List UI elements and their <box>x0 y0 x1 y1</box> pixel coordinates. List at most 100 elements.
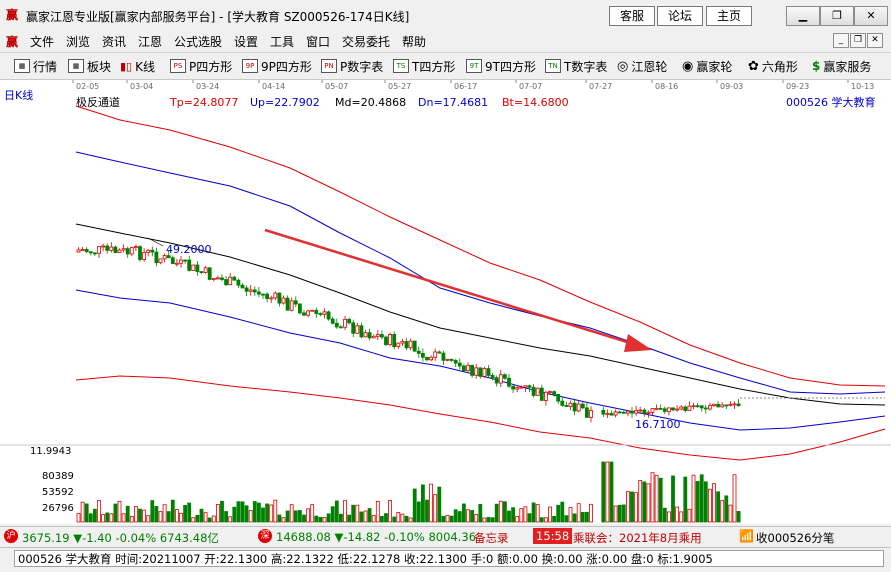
menu-file[interactable]: 文件 <box>30 33 54 50</box>
candle-body <box>617 411 622 414</box>
menu-tools[interactable]: 工具 <box>270 33 294 50</box>
menu-gann[interactable]: 江恩 <box>138 33 162 50</box>
tool-p-table[interactable]: PN P数字表 <box>321 58 383 74</box>
volume-bar <box>105 512 110 523</box>
candle-body <box>289 300 294 311</box>
menu-news[interactable]: 资讯 <box>102 33 126 50</box>
candle-body <box>511 385 516 390</box>
app-logo-icon: 赢 <box>6 8 19 22</box>
candle-body <box>724 404 729 407</box>
menu-settings[interactable]: 设置 <box>234 33 258 50</box>
volume-bar <box>326 513 331 523</box>
candle-body <box>318 313 323 315</box>
candle-body <box>720 404 725 408</box>
tool-gann-wheel[interactable]: ◎ 江恩轮 <box>617 58 667 74</box>
volume-bar <box>232 506 237 523</box>
period-label: 日K线 <box>4 88 33 102</box>
forum-link[interactable]: 论坛 <box>657 6 703 26</box>
volume-bar <box>617 504 622 523</box>
candle-body <box>437 351 442 354</box>
candle-body <box>392 334 397 347</box>
window-title: 赢家江恩专业版[赢家内部服务平台] - [学大教育 SZ000526-174日K… <box>26 10 410 24</box>
candle-body <box>441 352 446 361</box>
menu-trade[interactable]: 交易委托 <box>342 33 390 50</box>
volume-bar <box>621 504 626 523</box>
sh-change: ▼-1.40 <box>73 531 112 545</box>
close-icon[interactable]: ✕ <box>854 6 888 26</box>
candle-body <box>400 341 405 344</box>
candle-body <box>470 364 475 376</box>
candle-body <box>650 408 655 413</box>
volume-bar <box>392 516 397 523</box>
candle-body <box>712 403 716 406</box>
volume-bar <box>478 503 483 523</box>
candle-body <box>334 322 339 328</box>
volume-bar <box>199 508 204 523</box>
menu-help[interactable]: 帮助 <box>402 33 426 50</box>
sh-index: 3675.19 <box>22 531 70 545</box>
kline-chart-panel[interactable]: 日K线 极反通道 Tp=24.8077 Up=22.7902 Md=20.486… <box>0 80 891 524</box>
tool-winner-wheel[interactable]: ◉ 赢家轮 <box>682 58 732 74</box>
volume-bar <box>601 461 606 523</box>
candle-body <box>170 257 175 265</box>
volume-bar <box>343 500 347 523</box>
candle-body <box>252 289 257 293</box>
tool-quotes[interactable]: ▦ 行情 <box>14 58 57 74</box>
tool-t-square[interactable]: TS T四方形 <box>393 58 455 74</box>
date-tick: 05-07 <box>325 82 348 91</box>
tool-9p-square[interactable]: 9P 9P四方形 <box>242 58 312 74</box>
volume-bar <box>552 515 556 523</box>
date-tick: 02-05 <box>76 82 99 91</box>
mdi-close-icon[interactable]: ✕ <box>867 33 883 48</box>
volume-bar <box>585 511 589 523</box>
volume-bar <box>494 503 499 523</box>
candle-body <box>699 405 704 409</box>
tool-t-table[interactable]: TN T数字表 <box>545 58 607 74</box>
ps-icon: PS <box>170 59 186 73</box>
candle-body <box>531 386 536 396</box>
menu-browse[interactable]: 浏览 <box>66 33 90 50</box>
tool-kline[interactable]: ▮▯ K线 <box>120 58 155 74</box>
receive-status: 收000526分笔 <box>756 531 835 545</box>
customer-service-link[interactable]: 客服 <box>609 6 655 26</box>
volume-bar <box>166 511 171 523</box>
volume-bar <box>634 492 638 523</box>
tool-p-square[interactable]: PS P四方形 <box>170 58 232 74</box>
high-label: 49.2000 <box>166 243 212 256</box>
9t-icon: 9T <box>466 59 482 73</box>
news-ticker[interactable]: 乘联会：2021年8月乘用 <box>573 530 731 546</box>
mdi-restore-icon[interactable]: ❐ <box>850 33 866 48</box>
tool-sectors[interactable]: ▦ 板块 <box>68 58 111 74</box>
candle-body <box>683 406 688 411</box>
tool-9t-square[interactable]: 9T 9T四方形 <box>466 58 536 74</box>
volume-bar <box>162 504 167 523</box>
menu-window[interactable]: 窗口 <box>306 33 330 50</box>
mdi-minimize-icon[interactable]: _ <box>833 33 849 48</box>
volume-bar <box>310 504 315 523</box>
candle-body <box>621 411 626 414</box>
memo-button[interactable]: 备忘录 <box>474 530 509 546</box>
volume-bar <box>203 512 208 523</box>
candle-body <box>244 287 249 292</box>
menu-formula[interactable]: 公式选股 <box>174 33 222 50</box>
sz-pct: -0.10% <box>384 530 425 544</box>
tool-hexagon[interactable]: ✿ 六角形 <box>748 58 798 74</box>
candle-body <box>535 387 540 396</box>
volume-bar <box>297 510 302 523</box>
volume-bar <box>662 507 667 523</box>
volume-bar <box>113 503 118 523</box>
volume-bar <box>302 514 306 523</box>
homepage-link[interactable]: 主页 <box>706 6 752 26</box>
restore-icon[interactable]: ❐ <box>820 6 854 26</box>
dn-line <box>75 289 886 431</box>
tool-service[interactable]: $ 赢家服务 <box>812 58 871 74</box>
volume-bar <box>142 509 147 523</box>
candle-body <box>671 407 675 411</box>
candle-body <box>416 350 421 354</box>
tool-label: 江恩轮 <box>631 59 668 74</box>
kline-chart[interactable]: 日K线 极反通道 Tp=24.8077 Up=22.7902 Md=20.486… <box>0 80 891 524</box>
candle-body <box>404 341 409 349</box>
minimize-icon[interactable]: ▁ <box>786 6 820 26</box>
volume-bar <box>724 495 729 523</box>
volume-bar <box>224 511 229 523</box>
